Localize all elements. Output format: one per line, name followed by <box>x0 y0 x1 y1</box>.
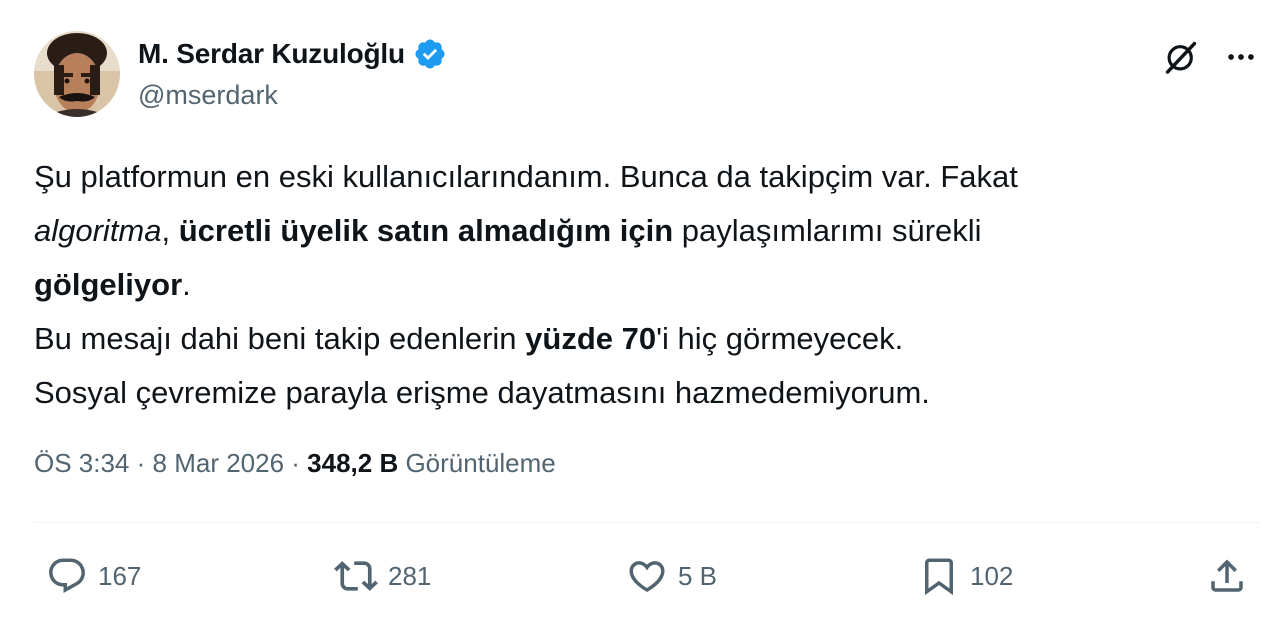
views-label: Görüntüleme <box>398 448 556 478</box>
tweet-time[interactable]: ÖS 3:34 <box>34 448 129 478</box>
author-block: M. Serdar Kuzuloğlu @mserdark <box>138 36 447 111</box>
views-count[interactable]: 348,2 B <box>307 448 398 478</box>
italic-algoritma: algoritma <box>34 213 162 248</box>
tweet-meta: ÖS 3:34 · 8 Mar 2026 · 348,2 B Görüntüle… <box>34 448 556 479</box>
grok-icon[interactable] <box>1162 38 1200 76</box>
verified-badge-icon[interactable] <box>413 37 447 71</box>
text-segment: Şu platformun en eski kullanıcılarındanı… <box>34 159 1018 194</box>
text-segment: , <box>161 213 179 248</box>
tweet-card: M. Serdar Kuzuloğlu @mserdark Şu platfor… <box>0 0 1280 625</box>
bookmark-count: 102 <box>970 560 1014 591</box>
top-actions <box>1162 38 1258 76</box>
tweet-line: gölgeliyor. <box>34 258 1254 312</box>
avatar-image <box>34 31 120 117</box>
text-segment: paylaşımlarımı sürekli <box>673 213 982 248</box>
bold-yuzde: yüzde 70 <box>525 321 657 356</box>
share-icon <box>1211 559 1243 592</box>
text-segment: Bu mesajı dahi beni takip edenlerin <box>34 321 526 356</box>
retweet-count: 281 <box>388 560 432 591</box>
avatar[interactable] <box>34 31 120 117</box>
tweet-text: Şu platformun en eski kullanıcılarındanı… <box>34 150 1254 420</box>
bold-golgeliyor: gölgeliyor <box>34 267 183 302</box>
bold-uyelik: ücretli üyelik satın almadığım için <box>178 213 674 248</box>
name-row: M. Serdar Kuzuloğlu <box>138 36 447 72</box>
meta-separator: · <box>284 448 308 478</box>
like-button[interactable]: 5 B <box>626 548 717 604</box>
handle[interactable]: @mserdark <box>138 80 447 111</box>
display-name[interactable]: M. Serdar Kuzuloğlu <box>138 38 405 70</box>
tweet-line: Bu mesajı dahi beni takip edenlerin yüzd… <box>34 312 1254 366</box>
text-segment: 'i hiç görmeyecek. <box>656 321 904 356</box>
tweet-line: Sosyal çevremize parayla erişme dayatmas… <box>34 366 1254 420</box>
like-icon <box>629 561 665 593</box>
bookmark-icon <box>925 558 953 596</box>
text-segment: Sosyal çevremize parayla erişme dayatmas… <box>34 375 930 410</box>
tweet-line: Şu platformun en eski kullanıcılarındanı… <box>34 150 1254 204</box>
retweet-icon <box>334 561 378 591</box>
reply-button[interactable]: 167 <box>46 548 141 604</box>
more-icon[interactable] <box>1224 40 1258 74</box>
tweet-date[interactable]: 8 Mar 2026 <box>153 448 285 478</box>
share-button[interactable] <box>1206 548 1248 604</box>
meta-separator: · <box>129 448 153 478</box>
tweet-line: algoritma, ücretli üyelik satın almadığı… <box>34 204 1254 258</box>
divider <box>34 522 1260 523</box>
reply-count: 167 <box>98 560 142 591</box>
like-count: 5 B <box>678 560 718 591</box>
retweet-button[interactable]: 281 <box>334 548 431 604</box>
reply-icon <box>49 558 85 593</box>
bookmark-button[interactable]: 102 <box>918 548 1013 604</box>
action-bar: 167 281 5 B 102 <box>0 548 1280 604</box>
text-segment: . <box>182 267 191 302</box>
